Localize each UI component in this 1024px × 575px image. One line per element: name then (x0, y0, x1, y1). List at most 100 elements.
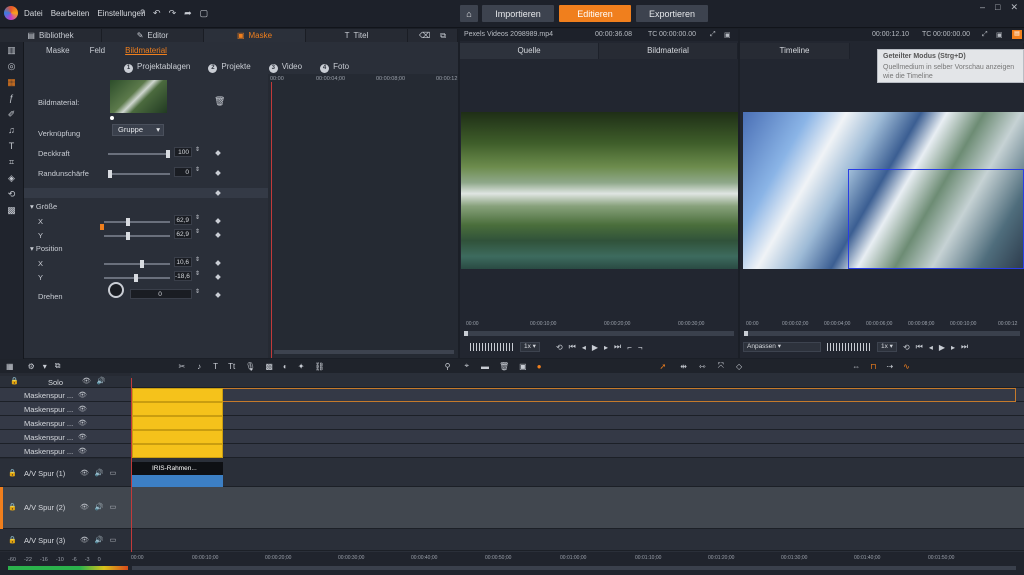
frame-back-icon[interactable]: ◂ (929, 343, 933, 352)
size-x-value[interactable]: 62,9 (174, 215, 192, 225)
eye-icon[interactable]: 👁 (80, 503, 89, 511)
pos-x-slider[interactable] (104, 260, 170, 268)
tab-quelle[interactable]: Quelle (460, 43, 599, 59)
size-x-knob[interactable] (126, 218, 130, 226)
menu-einstellungen[interactable]: Einstellungen (97, 9, 145, 18)
timeline-jog-wheel[interactable] (827, 343, 871, 351)
size-x-stepper-icon[interactable]: ⇕ (195, 214, 200, 221)
thumb-handle-icon[interactable] (110, 116, 114, 120)
record-icon[interactable]: ● (537, 362, 542, 371)
play-icon[interactable]: ▶ (592, 343, 598, 352)
copy-icon[interactable]: ⧉ (440, 31, 446, 41)
mask-clip-5[interactable] (132, 444, 223, 458)
effects-icon[interactable]: ✦ (298, 362, 305, 371)
group-keyframe-icon[interactable] (215, 190, 221, 196)
pos-x-keyframe-icon[interactable] (215, 260, 221, 266)
rotate-dial-icon[interactable] (108, 282, 124, 298)
mark-in-icon[interactable]: ⌐ (627, 343, 632, 352)
grid-tool-icon[interactable]: ▩ (265, 362, 273, 371)
speaker-icon[interactable]: 🔊 (97, 377, 106, 385)
eye-icon[interactable]: 👁 (78, 405, 87, 413)
fit-dropdown[interactable]: Anpassen ▾ (743, 342, 821, 352)
av-track-3[interactable]: 🔒 A/V Spur (3) 👁 🔊 ▭ (0, 529, 1024, 551)
document-icon[interactable]: ▢ (200, 8, 209, 19)
timeline-scrollbar[interactable] (132, 566, 1016, 570)
pos-y-value[interactable]: -18,6 (174, 271, 192, 281)
eye-icon[interactable]: 👁 (80, 469, 89, 477)
mask-image-thumbnail[interactable] (110, 80, 167, 113)
layers-icon[interactable]: ▦ (0, 74, 23, 90)
edge-value[interactable]: 0 (174, 167, 192, 177)
tab-bildmaterial[interactable]: Bildmaterial (599, 43, 738, 59)
edge-knob[interactable] (108, 170, 112, 178)
tab-timeline[interactable]: Timeline (740, 43, 850, 59)
timeline-speed-dropdown[interactable]: 1x ▾ (877, 342, 897, 352)
pos-y-knob[interactable] (134, 274, 138, 282)
source-scrub-handle[interactable] (464, 331, 468, 336)
title-tool-icon[interactable]: T (213, 362, 218, 371)
tab-titel[interactable]: T Titel (306, 29, 408, 42)
lock-icon[interactable]: 🔒 (10, 377, 19, 385)
loop-icon[interactable]: ⟲ (556, 343, 563, 352)
close-icon[interactable]: ✕ (1010, 2, 1018, 13)
mask-clip-1[interactable] (132, 388, 223, 402)
mask-selection-box[interactable] (848, 169, 1024, 269)
tab-bibliothek[interactable]: ▤ Bibliothek (0, 29, 102, 42)
subtab-maske[interactable]: Maske (36, 42, 80, 60)
pos-y-keyframe-icon[interactable] (215, 274, 221, 280)
pointer-icon[interactable]: ➚ (660, 362, 667, 371)
lock-icon[interactable]: 🔒 (8, 469, 17, 477)
mask-clip-2[interactable] (132, 402, 223, 416)
home-button[interactable]: ⌂ (460, 5, 478, 22)
pos-x-knob[interactable] (140, 260, 144, 268)
position-section-label[interactable]: ▾ Position (30, 244, 63, 253)
rotate-keyframe-icon[interactable] (215, 292, 221, 298)
music-icon[interactable]: ♫ (0, 122, 23, 138)
subtab-bildmaterial[interactable]: Bildmaterial (115, 42, 177, 60)
edit-mode-button[interactable]: Editieren (559, 5, 631, 22)
source-speed-dropdown[interactable]: 1x ▾ (520, 342, 540, 352)
fx-icon[interactable]: ƒ (0, 90, 23, 106)
arrow-dropdown-icon[interactable]: ▾ (43, 362, 47, 371)
edge-keyframe-icon[interactable] (215, 170, 221, 176)
edge-slider[interactable] (108, 170, 170, 178)
eraser-icon[interactable]: ⌫ (419, 31, 430, 40)
speaker-icon[interactable]: 🔊 (95, 536, 104, 544)
eye-icon[interactable]: 👁 (78, 447, 87, 455)
redo-icon[interactable]: ↷ (169, 8, 177, 19)
subtab-feld[interactable]: Feld (80, 42, 116, 60)
opacity-stepper-icon[interactable]: ⇕ (195, 146, 200, 153)
frame-forward-icon[interactable]: ▸ (604, 343, 608, 352)
slip-icon[interactable]: ⇿ (699, 362, 706, 371)
size-section-label[interactable]: ▾ Größe (30, 202, 57, 211)
mark-out-icon[interactable]: ¬ (638, 343, 643, 352)
monitor-icon[interactable]: ▭ (110, 469, 117, 477)
mask-clip-3[interactable] (132, 416, 223, 430)
export-mode-button[interactable]: Exportieren (636, 5, 708, 22)
expand-icon[interactable]: ⤢ (982, 31, 988, 39)
size-y-keyframe-icon[interactable] (215, 232, 221, 238)
av-clip-iris[interactable]: IRIS-Rahmen... (132, 462, 223, 487)
opacity-knob[interactable] (166, 150, 170, 158)
eye-icon[interactable]: 👁 (78, 433, 87, 441)
tab-editor[interactable]: ✎ Editor (102, 29, 204, 42)
audio-icon[interactable]: ♪ (197, 362, 201, 371)
speaker-icon[interactable]: 🔊 (95, 469, 104, 477)
monitor-icon[interactable]: ▭ (110, 536, 117, 544)
timeline-scrub-handle[interactable] (744, 331, 748, 336)
help-icon[interactable]: ? (140, 8, 145, 19)
opacity-value[interactable]: 100 (174, 147, 192, 157)
source-timecode[interactable]: 00:00:00.00 (659, 31, 696, 38)
trim-icon[interactable]: ⇹ (680, 362, 687, 371)
mic-icon[interactable]: 🎙 (245, 362, 255, 371)
ripple-icon[interactable]: ⇢ (886, 362, 893, 371)
keyframe-scrollbar[interactable] (274, 350, 454, 354)
magnet-icon[interactable]: ⊓ (870, 362, 876, 371)
motion-icon[interactable]: ⟲ (0, 186, 23, 202)
expand-icon[interactable]: ⤢ (710, 31, 716, 39)
av-track-2[interactable]: 🔒 A/V Spur (2) 👁 🔊 ▭ (0, 487, 1024, 529)
size-x-slider[interactable] (104, 218, 170, 226)
monitor-icon[interactable]: ▭ (110, 503, 117, 511)
loop-icon[interactable]: ⟲ (903, 343, 910, 352)
rotate-value[interactable]: 0 (130, 289, 192, 299)
